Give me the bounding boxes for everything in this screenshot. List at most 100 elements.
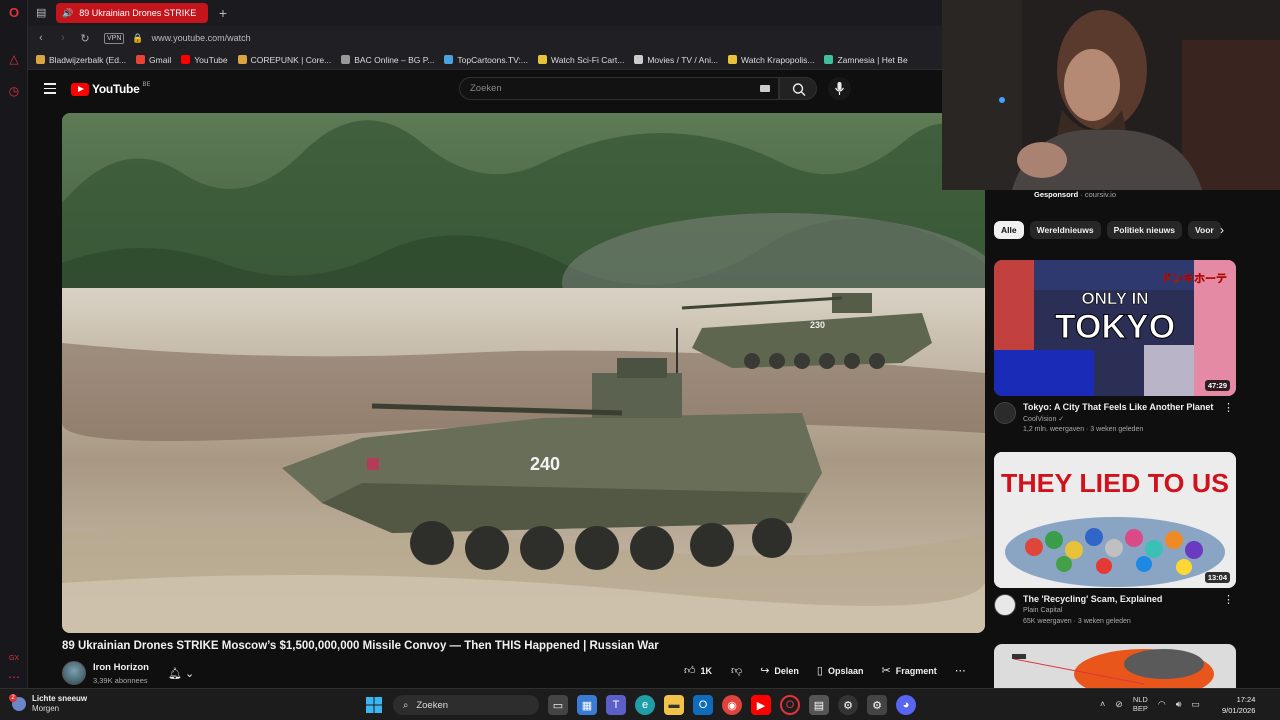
bookmark-favicon-icon [181,55,191,64]
taskbar-search[interactable]: ⌕ Zoeken [393,695,539,715]
webcam-overlay [942,0,1280,190]
recommendation-title[interactable]: The 'Recycling' Scam, Explained [1023,594,1223,604]
calculator-icon[interactable]: ▤ [809,695,829,715]
discord-icon[interactable]: ◕ [896,695,916,715]
bookmark-item[interactable]: Movies / TV / Ani... [634,55,718,65]
thumb-text-line-1: ONLY IN [1081,289,1148,308]
more-vertical-icon[interactable]: ⋮ [1223,401,1234,414]
youtube-app-icon[interactable]: ▶ [751,695,771,715]
tab-manager-icon[interactable]: ▤ [36,6,50,20]
clip-button[interactable]: ✂ Fragment [882,664,937,677]
steam-icon[interactable]: ⚙ [838,695,858,715]
sponsored-domain: coursiv.io [1084,190,1116,199]
keyboard-layout: BEP [1132,704,1148,713]
youtube-logo[interactable]: YouTube BE [71,82,150,96]
aria-icon[interactable]: △ [7,52,21,66]
windows-start-icon[interactable] [364,695,384,715]
opera-gx-icon[interactable]: O [780,695,800,715]
battery-icon[interactable]: ▭ [1191,699,1200,710]
language-indicator[interactable]: NLD BEP [1133,695,1148,713]
bookmark-item[interactable]: BAC Online – BG P... [341,55,434,65]
keyboard-icon[interactable] [760,85,770,92]
chip-wereldnieuws[interactable]: Wereldnieuws [1029,221,1101,239]
more-actions-button[interactable]: ⋯ [955,664,966,677]
bookmark-item[interactable]: Watch Sci-Fi Cart... [537,54,625,65]
recommendation-channel[interactable]: CoolVision ✓ [1023,415,1064,423]
lock-icon[interactable]: 🔒 [132,33,143,44]
volume-icon[interactable]: 🔊︎ [1176,699,1182,710]
network-off-icon[interactable]: ⊘ [1115,699,1123,710]
reload-icon[interactable]: ↻ [76,32,94,45]
microphone-button[interactable] [828,77,851,100]
wifi-icon[interactable]: ◠ [1158,699,1166,710]
save-button[interactable]: ▯ Opslaan [817,664,864,677]
thumbnail[interactable]: ONLY IN TOKYO ドンキホーテ 47:29 [994,260,1236,396]
like-button[interactable]: 👍︎ 1K 👎︎ [684,664,742,677]
bookmark-item[interactable]: Bladwijzerbalk (Ed... [36,55,126,65]
recommendation-channel[interactable]: Plain Capital [1023,607,1062,614]
tab-youtube[interactable]: 🔊 89 Ukrainian Drones STRIKE [56,3,208,23]
sponsored-label[interactable]: Gesponsord · coursiv.io [1034,190,1116,199]
thumbs-down-icon[interactable]: 👎︎ [731,664,742,677]
gx-icon[interactable]: GX [7,652,21,666]
back-icon[interactable]: ‹ [32,32,50,44]
url-field[interactable]: www.youtube.com/watch [152,33,251,43]
task-view-icon[interactable]: ▭ [548,695,568,715]
file-explorer-icon[interactable]: ▬ [664,695,684,715]
forward-icon[interactable]: › [54,32,72,44]
store-icon[interactable]: ▦ [577,695,597,715]
chrome-icon[interactable]: ◉ [722,695,742,715]
more-horizontal-icon: ⋯ [954,665,966,677]
recommendation-item[interactable] [994,644,1236,688]
bookmark-favicon-icon [341,55,351,64]
like-count: 1K [700,665,713,676]
video-player[interactable]: 230 240 [62,113,985,633]
recommendation-item[interactable]: THEY LIED TO US 13:04 The 'Recycling' Sc… [994,452,1236,628]
teams-icon[interactable]: T [606,695,626,715]
thumbnail[interactable]: THEY LIED TO US 13:04 [994,452,1236,588]
recommendation-item[interactable]: ONLY IN TOKYO ドンキホーテ 47:29 Tokyo: A City… [994,260,1236,436]
bookmark-item[interactable]: Zamnesia | Het Be [824,55,908,65]
bookmark-item[interactable]: Watch Krapopolis... [728,55,814,65]
thumbs-up-icon: 👍︎ [684,665,696,677]
thumbnail-image: ONLY IN TOKYO ドンキホーテ [994,260,1236,396]
channel-avatar[interactable] [994,402,1016,424]
notification-bell-icon[interactable]: 🔔︎ ⌄ [168,667,194,680]
share-button[interactable]: ↪ Delen [760,664,799,677]
vpn-badge[interactable]: VPN [104,32,125,44]
bookmark-item[interactable]: COREPUNK | Core... [237,54,332,65]
settings-icon[interactable]: ⚙ [867,695,887,715]
weather-widget[interactable]: 2 Lichte sneeuw Morgen [9,694,87,714]
bookmark-favicon-icon [728,55,738,64]
channel-avatar[interactable] [62,661,86,685]
speaker-icon[interactable]: 🔊 [62,8,73,19]
edge-icon[interactable]: e [635,695,655,715]
channel-avatar[interactable] [994,594,1016,616]
opera-sidebar: O △ ◷ GX ⋯ [0,0,28,688]
more-vertical-icon[interactable]: ⋮ [1223,593,1234,606]
chevron-right-icon[interactable]: › [1214,222,1230,238]
chip-alle[interactable]: Alle [994,221,1024,239]
chip-politiek-nieuws[interactable]: Politiek nieuws [1106,221,1182,239]
bookmark-item[interactable]: YouTube [181,55,228,65]
more-icon[interactable]: ⋯ [7,670,21,684]
history-icon[interactable]: ◷ [7,84,21,98]
new-tab-button[interactable]: + [214,4,232,22]
outlook-icon[interactable]: O [693,695,713,715]
opera-logo-icon[interactable]: O [7,6,21,20]
search-input[interactable]: Zoeken [459,77,779,100]
thumbnail[interactable] [994,644,1236,688]
channel-name[interactable]: Iron Horizon [93,662,149,673]
bookmark-label: COREPUNK | Core... [250,54,332,65]
recommendation-title[interactable]: Tokyo: A City That Feels Like Another Pl… [1023,402,1223,412]
bookmark-item[interactable]: TopCartoons.TV:... [444,55,528,65]
bookmark-label: Watch Sci-Fi Cart... [550,54,625,65]
clock[interactable]: 17:24 9/01/2026 [1222,694,1255,716]
recommendation-stats: 65K weergaven · 3 weken geleden [1023,618,1131,625]
bookmark-item[interactable]: Gmail [136,55,171,65]
menu-icon[interactable] [44,83,56,94]
search-button[interactable] [779,77,817,100]
chevron-up-icon[interactable]: ˄ [1100,699,1105,709]
clock-date: 9/01/2026 [1222,706,1256,715]
share-icon: ↪ [760,665,770,677]
